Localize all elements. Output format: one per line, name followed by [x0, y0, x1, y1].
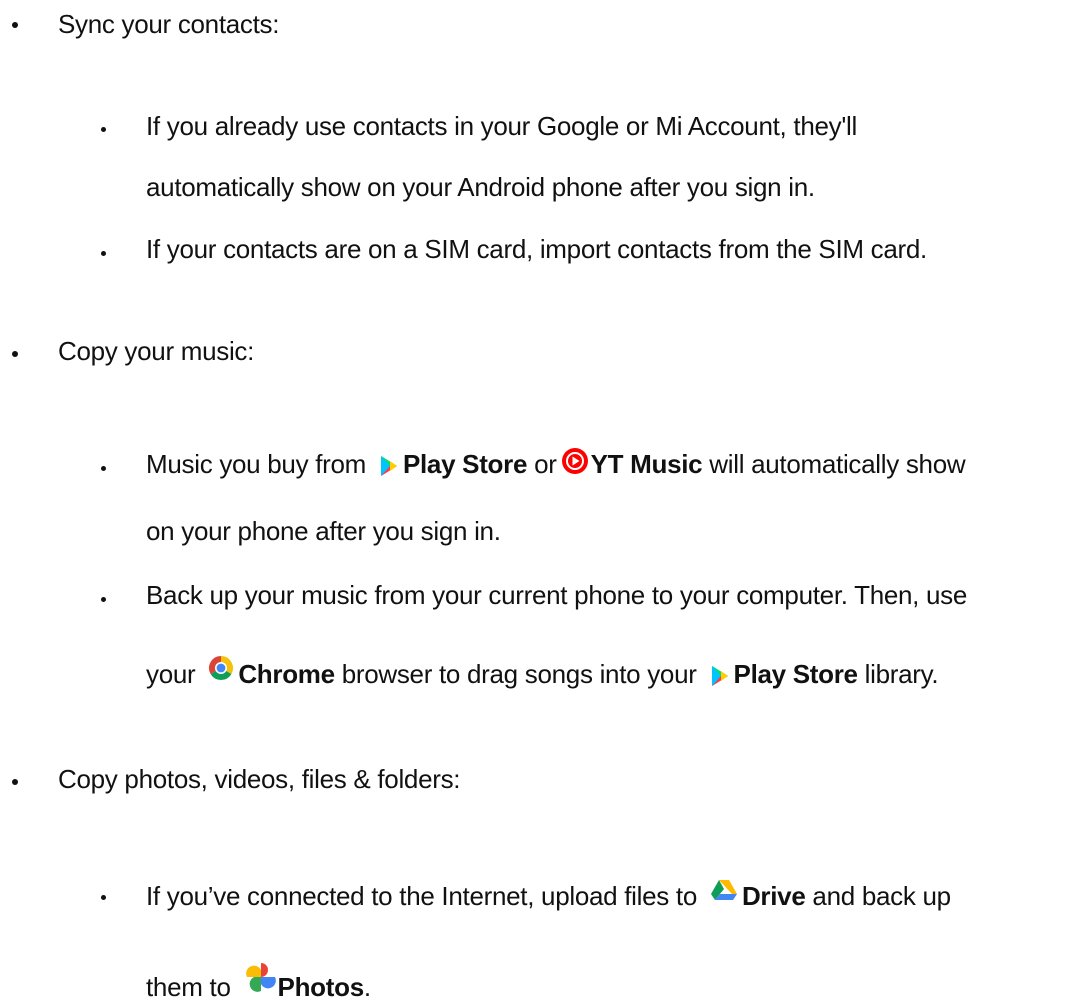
- photos-link[interactable]: Photos: [278, 972, 365, 1002]
- play-store-icon: [379, 452, 399, 484]
- bullet: [101, 127, 106, 132]
- text-run: browser to drag songs into your: [341, 659, 697, 689]
- list-item-text: If you already use contacts in your Goog…: [146, 111, 857, 141]
- text-run: .: [363, 972, 371, 1002]
- bullet: [101, 251, 106, 256]
- yt-music-icon: [561, 447, 589, 482]
- list-item-text: Back up your music from your current pho…: [146, 580, 968, 610]
- text-run: library.: [864, 659, 939, 689]
- text-run: will automatically show: [709, 449, 966, 479]
- chrome-link[interactable]: Chrome: [238, 659, 335, 689]
- bullet: [101, 466, 106, 471]
- play-store-link[interactable]: Play Store: [734, 659, 858, 689]
- bullet: [12, 351, 18, 357]
- text-run: or: [534, 449, 557, 479]
- photos-icon: [244, 960, 278, 1001]
- section-heading-photos: Copy photos, videos, files & folders:: [58, 764, 461, 794]
- list-item-text: on your phone after you sign in.: [146, 516, 501, 546]
- text-run: them to: [146, 972, 231, 1002]
- drive-link[interactable]: Drive: [742, 881, 806, 911]
- list-item-text: your Chrome browser to drag songs into y…: [146, 655, 939, 694]
- bullet: [12, 22, 18, 28]
- text-run: If you’ve connected to the Internet, upl…: [146, 881, 697, 911]
- list-item-text: them to Photos.: [146, 960, 371, 1003]
- play-store-icon: [710, 662, 730, 694]
- text-run: Music you buy from: [146, 449, 367, 479]
- list-item-text: If your contacts are on a SIM card, impo…: [146, 234, 927, 264]
- list-item-text: automatically show on your Android phone…: [146, 172, 815, 202]
- list-item-text: Music you buy from Play Store or YT Musi…: [146, 447, 966, 484]
- play-store-link[interactable]: Play Store: [403, 449, 527, 479]
- text-run: and back up: [812, 881, 951, 911]
- yt-music-link[interactable]: YT Music: [591, 449, 703, 479]
- bullet: [12, 779, 18, 785]
- chrome-icon: [208, 655, 234, 688]
- section-heading-music: Copy your music:: [58, 336, 255, 366]
- section-heading-contacts: Sync your contacts:: [58, 9, 280, 39]
- bullet: [101, 597, 106, 602]
- drive-icon: [710, 877, 738, 909]
- list-item-text: If you’ve connected to the Internet, upl…: [146, 877, 951, 912]
- bullet: [101, 895, 106, 900]
- text-run: your: [146, 659, 196, 689]
